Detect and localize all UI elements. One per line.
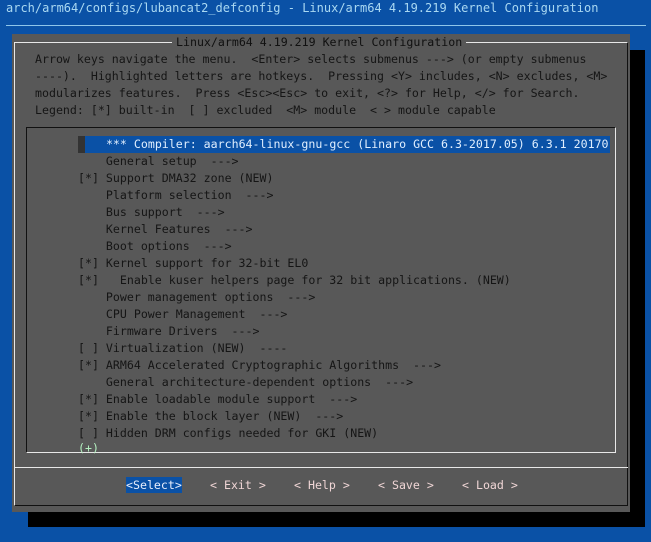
item-label: Platform selection --->: [105, 188, 274, 202]
help-button[interactable]: < Help >: [294, 477, 350, 493]
item-label: Virtualization (NEW) ----: [105, 341, 288, 355]
item-checkbox[interactable]: [78, 324, 106, 338]
help-text-line: Arrow keys navigate the menu. <Enter> se…: [35, 52, 587, 66]
item-label: CPU Power Management --->: [105, 307, 288, 321]
menu-item[interactable]: [ ] Virtualization (NEW) ----: [78, 340, 287, 357]
menu-item[interactable]: [*] Support DMA32 zone (NEW): [78, 170, 273, 187]
item-checkbox[interactable]: [78, 222, 106, 236]
button-separator: [14, 467, 628, 468]
title-divider: [6, 25, 646, 26]
help-text-line: Legend: [*] built-in [ ] excluded <M> mo…: [35, 103, 496, 117]
item-checkbox[interactable]: [78, 154, 106, 168]
item-label: Hidden DRM configs needed for GKI (NEW): [105, 426, 379, 440]
select-button[interactable]: <Select>: [126, 477, 182, 493]
menu-item[interactable]: Firmware Drivers --->: [78, 323, 260, 340]
more-items-indicator: (+): [78, 441, 99, 455]
item-label: Power management options --->: [105, 290, 316, 304]
cursor-block: [78, 136, 85, 153]
item-checkbox[interactable]: [*]: [78, 256, 106, 270]
window-title: arch/arm64/configs/lubancat2_defconfig -…: [6, 1, 599, 15]
item-checkbox[interactable]: [*]: [78, 409, 106, 423]
item-label: Enable the block layer (NEW) --->: [105, 409, 344, 423]
menu-item[interactable]: [*] Enable the block layer (NEW) --->: [78, 408, 343, 425]
menu-item[interactable]: General architecture-dependent options -…: [78, 374, 413, 391]
item-label: Boot options --->: [105, 239, 232, 253]
menu-item[interactable]: Kernel Features --->: [78, 221, 253, 238]
item-label: General setup --->: [105, 154, 239, 168]
item-label: Kernel Features --->: [105, 222, 253, 236]
item-checkbox[interactable]: [78, 375, 106, 389]
menu-item[interactable]: Boot options --->: [78, 238, 232, 255]
item-label: Enable loadable module support --->: [105, 392, 358, 406]
item-label: General architecture-dependent options -…: [105, 375, 414, 389]
menu-item[interactable]: Bus support --->: [78, 204, 225, 221]
item-checkbox[interactable]: [*]: [78, 171, 106, 185]
load-button[interactable]: < Load >: [462, 477, 518, 493]
dialog-title: Linux/arm64 4.19.219 Kernel Configuratio…: [172, 35, 467, 49]
item-checkbox[interactable]: [78, 188, 106, 202]
menu-item[interactable]: Power management options --->: [78, 289, 315, 306]
item-checkbox[interactable]: [78, 307, 106, 321]
item-checkbox[interactable]: [78, 239, 106, 253]
item-label: Firmware Drivers --->: [105, 324, 260, 338]
item-checkbox[interactable]: [78, 290, 106, 304]
item-label: *** Compiler: aarch64-linux-gnu-gcc (Lin…: [105, 137, 609, 151]
menu-item[interactable]: CPU Power Management --->: [78, 306, 287, 323]
item-checkbox[interactable]: [ ]: [78, 341, 106, 355]
item-checkbox[interactable]: [*]: [78, 358, 106, 372]
menu-item[interactable]: [*] Enable loadable module support --->: [78, 391, 357, 408]
item-label: Support DMA32 zone (NEW): [105, 171, 274, 185]
help-text-line: modularizes features. Press <Esc><Esc> t…: [35, 86, 580, 100]
item-label: ARM64 Accelerated Cryptographic Algorith…: [105, 358, 441, 372]
menu-item[interactable]: [*] ARM64 Accelerated Cryptographic Algo…: [78, 357, 441, 374]
item-checkbox[interactable]: [ ]: [78, 426, 106, 440]
menu-item[interactable]: Platform selection --->: [78, 187, 274, 204]
help-text-line: ----). Highlighted letters are hotkeys. …: [35, 69, 608, 83]
item-checkbox[interactable]: [78, 205, 106, 219]
exit-button[interactable]: < Exit >: [210, 477, 266, 493]
menu-item[interactable]: *** Compiler: aarch64-linux-gnu-gcc (Lin…: [78, 136, 610, 153]
item-label: Kernel support for 32-bit EL0: [105, 256, 309, 270]
menu-item[interactable]: [ ] Hidden DRM configs needed for GKI (N…: [78, 425, 378, 442]
menu-item[interactable]: [*] Enable kuser helpers page for 32 bit…: [78, 272, 511, 289]
item-checkbox[interactable]: [*]: [78, 392, 106, 406]
item-label: Bus support --->: [105, 205, 225, 219]
menu-item[interactable]: General setup --->: [78, 153, 239, 170]
menu-item[interactable]: [*] Kernel support for 32-bit EL0: [78, 255, 308, 272]
save-button[interactable]: < Save >: [378, 477, 434, 493]
item-label: Enable kuser helpers page for 32 bit app…: [105, 273, 511, 287]
item-checkbox[interactable]: [*]: [78, 273, 106, 287]
